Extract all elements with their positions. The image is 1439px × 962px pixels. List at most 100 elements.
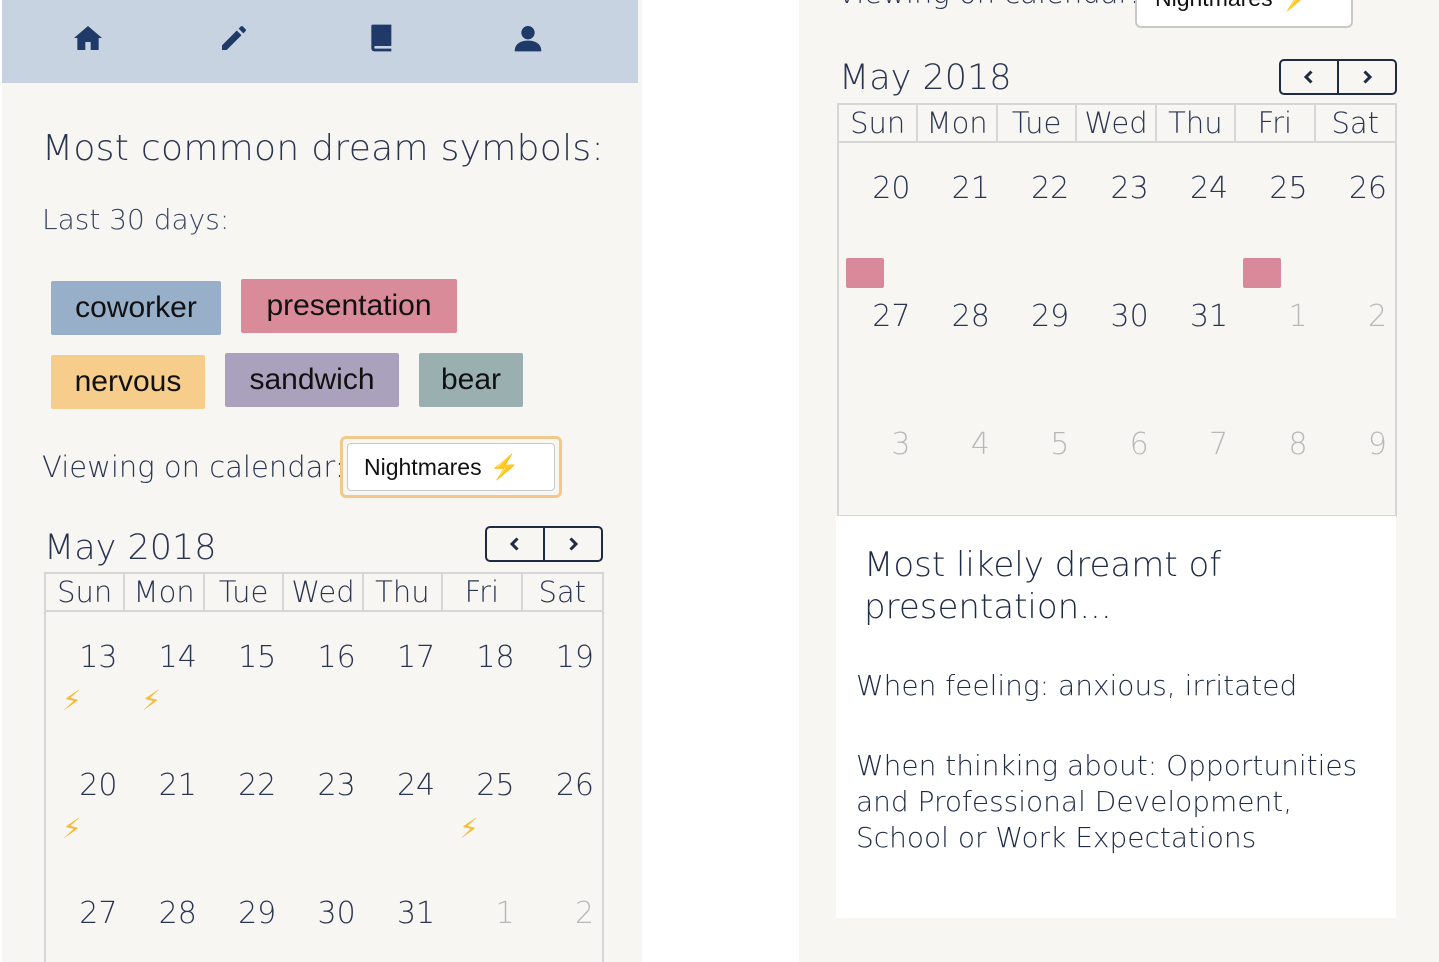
calendar-day[interactable]: 9	[1316, 399, 1395, 527]
prev-month-button[interactable]	[1281, 61, 1337, 93]
next-month-button[interactable]	[543, 528, 601, 560]
calendar-day[interactable]: 13 ⚡	[46, 612, 125, 740]
day-number: 8	[1288, 427, 1308, 462]
day-number: 4	[970, 427, 990, 462]
day-number: 28	[158, 896, 197, 931]
day-number: 6	[1129, 427, 1149, 462]
next-month-button[interactable]	[1337, 61, 1395, 93]
symbol-tag-nervous[interactable]: nervous	[51, 355, 205, 409]
nav-journal-button[interactable]	[362, 18, 402, 58]
symbol-tag-presentation[interactable]: presentation	[241, 279, 457, 333]
calendar-day[interactable]: 29	[998, 271, 1077, 399]
calendar-day[interactable]: 2	[523, 868, 602, 962]
day-number: 14	[158, 640, 197, 675]
weekday-header: Sun Mon Tue Wed Thu Fri Sat	[839, 105, 1395, 143]
day-number: 29	[1031, 299, 1070, 334]
calendar-day[interactable]: 14 ⚡	[125, 612, 204, 740]
calendar-day[interactable]: 22	[998, 143, 1077, 271]
weekday-label: Fri	[1236, 105, 1316, 141]
calendar-day[interactable]: 23	[284, 740, 363, 868]
calendar-day[interactable]: 4	[918, 399, 997, 527]
calendar-day[interactable]: 15	[205, 612, 284, 740]
calendar-day[interactable]: 25 ⚡	[443, 740, 522, 868]
weekday-label: Mon	[125, 574, 205, 610]
day-number: 3	[891, 427, 911, 462]
calendar-day[interactable]: 25	[1236, 143, 1315, 288]
calendar-day[interactable]: 20 ⚡	[46, 740, 125, 868]
day-number: 21	[951, 171, 990, 206]
weekday-label: Mon	[918, 105, 998, 141]
calendar-day[interactable]: 27	[46, 868, 125, 962]
lightning-icon: ⚡	[62, 684, 82, 717]
calendar-week-row: 20 21 22 23 24 25 26	[839, 143, 1395, 288]
calendar-day[interactable]: 5	[998, 399, 1077, 527]
day-number: 27	[872, 299, 911, 334]
viewing-label: Viewing on calendar:	[42, 450, 345, 484]
calendar-filter-value: Nightmares	[1155, 0, 1273, 12]
calendar-day[interactable]: 16	[284, 612, 363, 740]
calendar-day[interactable]: 19	[523, 612, 602, 740]
chevron-right-icon	[569, 537, 579, 551]
calendar-day[interactable]: 22	[205, 740, 284, 868]
calendar-day[interactable]: 30	[1077, 271, 1156, 399]
weekday-label: Wed	[1077, 105, 1157, 141]
weekday-label: Sat	[1331, 106, 1380, 140]
calendar-day[interactable]: 30	[284, 868, 363, 962]
calendar-detail-screen: Viewing on calendar: Nightmares ⚡ May 20…	[799, 0, 1439, 962]
pencil-icon	[222, 26, 246, 50]
day-number: 24	[396, 768, 436, 803]
day-number: 1	[1288, 299, 1308, 334]
calendar-day[interactable]: 26	[1316, 143, 1395, 271]
prev-month-button[interactable]	[487, 528, 543, 560]
weekday-label: Sun	[839, 105, 919, 141]
calendar-day[interactable]: 6	[1077, 399, 1156, 527]
home-icon	[74, 26, 102, 50]
calendar-day[interactable]: 26	[523, 740, 602, 868]
calendar-day[interactable]: 3	[839, 399, 918, 527]
day-number: 5	[1050, 427, 1070, 462]
calendar-day[interactable]: 28	[918, 271, 997, 399]
nav-profile-button[interactable]	[508, 18, 548, 58]
calendar-grid: Sun Mon Tue Wed Thu Fri Sat 13 ⚡ 14 ⚡ 15 16 17 18 19 20…	[44, 572, 604, 962]
insight-title: Most likely dreamt of presentation...	[864, 545, 1222, 627]
calendar-day[interactable]: 31	[364, 868, 443, 962]
day-number: 1	[495, 896, 515, 931]
calendar-day[interactable]: 21	[918, 143, 997, 271]
lightning-icon: ⚡	[459, 812, 479, 845]
calendar-day[interactable]: 24	[364, 740, 443, 868]
calendar-day[interactable]: 20	[839, 143, 918, 288]
symbol-tag-sandwich[interactable]: sandwich	[225, 353, 399, 407]
calendar-day[interactable]: 7	[1157, 399, 1236, 527]
day-number: 20	[79, 768, 118, 803]
calendar-day[interactable]: 28	[125, 868, 204, 962]
user-icon	[514, 26, 542, 52]
day-number: 27	[79, 896, 118, 931]
symbol-tag-bear[interactable]: bear	[419, 353, 523, 407]
nav-write-button[interactable]	[214, 18, 254, 58]
calendar-day[interactable]: 24	[1157, 143, 1236, 271]
dream-insight-card: Most likely dreamt of presentation... Wh…	[836, 516, 1396, 918]
day-number: 31	[396, 896, 436, 931]
symbol-tag-coworker[interactable]: coworker	[51, 281, 221, 335]
calendar-day[interactable]: 8	[1236, 399, 1315, 527]
calendar-day[interactable]: 31	[1157, 271, 1236, 399]
calendar-day[interactable]: 18	[443, 612, 522, 740]
calendar-day[interactable]: 17	[364, 612, 443, 740]
day-number: 7	[1209, 427, 1229, 462]
calendar-day[interactable]: 29	[205, 868, 284, 962]
calendar-day[interactable]: 21	[125, 740, 204, 868]
calendar-filter-select[interactable]: Nightmares ⚡	[340, 436, 562, 498]
calendar-day[interactable]: 2	[1316, 271, 1395, 399]
calendar-day[interactable]: 1	[1236, 271, 1315, 399]
calendar-day[interactable]: 23	[1077, 143, 1156, 271]
calendar-filter-select[interactable]: Nightmares ⚡	[1135, 0, 1353, 28]
month-pager	[1279, 59, 1397, 95]
day-number: 13	[79, 640, 118, 675]
calendar-week-row: 27 28 29 30 31 1 2	[839, 271, 1395, 399]
day-number: 17	[396, 640, 436, 675]
month-title: May 2018	[839, 58, 1012, 98]
calendar-day[interactable]: 27	[839, 271, 918, 399]
nav-home-button[interactable]	[68, 18, 108, 58]
calendar-day[interactable]: 1	[443, 868, 522, 962]
chevron-right-icon	[1363, 70, 1373, 84]
